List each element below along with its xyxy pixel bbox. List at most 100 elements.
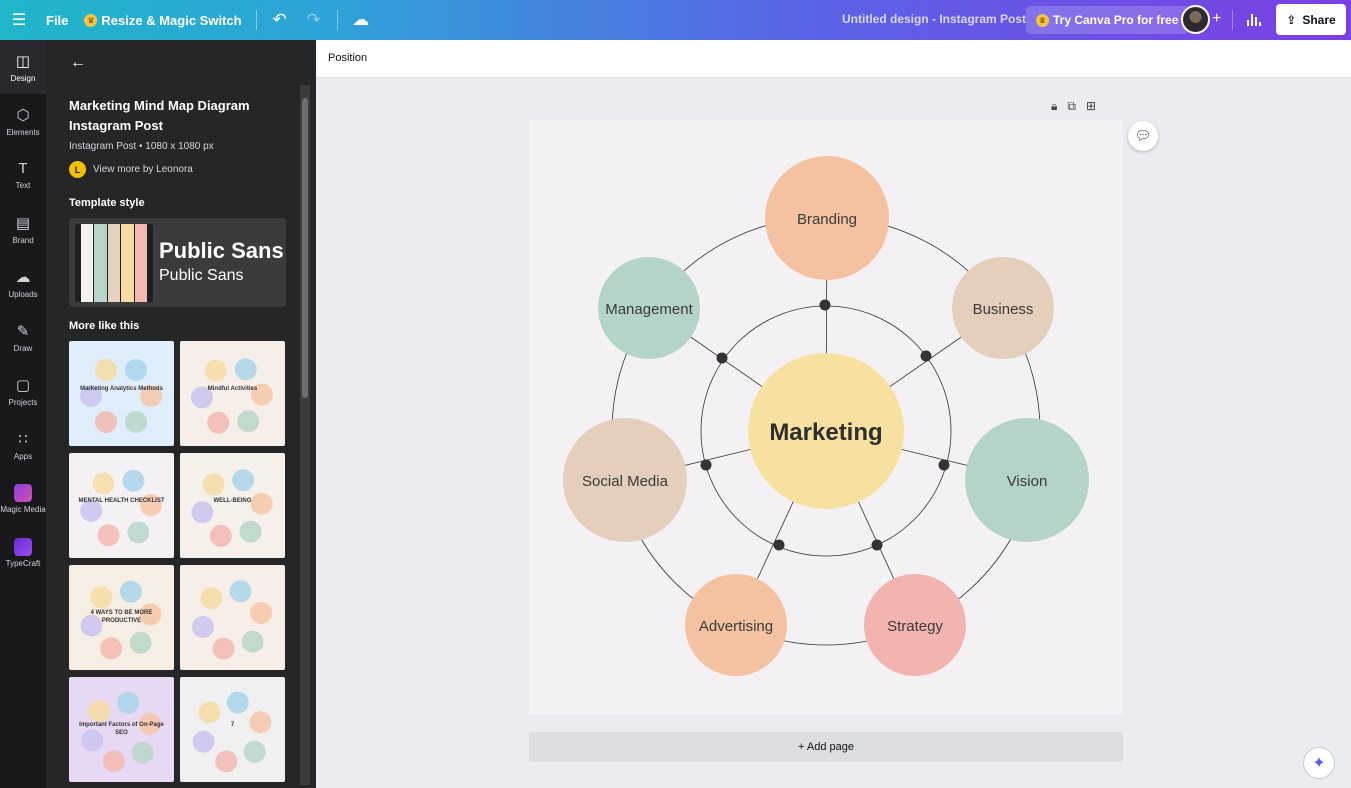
color-swatch <box>94 224 107 302</box>
typecraft-icon <box>14 538 32 556</box>
node-strategy-label: Strategy <box>887 618 943 635</box>
analytics-icon[interactable] <box>1240 6 1268 34</box>
connector-dot <box>920 350 932 362</box>
add-page-button[interactable]: + Add page <box>529 732 1123 762</box>
thumbnail-shape <box>232 469 255 492</box>
brand-icon: ▤ <box>15 214 31 232</box>
add-collaborator-icon[interactable]: + <box>1212 10 1221 28</box>
thumbnail-shape <box>250 601 273 624</box>
redo-icon[interactable]: ↷ <box>297 5 331 35</box>
thumb-mindful-activities[interactable]: Mindful Activities <box>180 341 285 446</box>
back-arrow-icon[interactable]: ← <box>70 54 86 72</box>
node-branding-label: Branding <box>797 211 857 228</box>
share-button[interactable]: ⇪ Share <box>1276 4 1346 35</box>
top-bar: ☰ File ♛ Resize & Magic Switch ↶ ↷ ☁ Unt… <box>0 0 1351 40</box>
lock-icon[interactable]: 🔒︎ <box>1051 99 1057 114</box>
add-comment-icon[interactable]: 💬︎ <box>1128 121 1158 151</box>
thumb-mental-health[interactable]: MENTAL HEALTH CHECKLIST <box>69 453 174 558</box>
rail-item-typecraft[interactable]: TypeCraft <box>0 526 46 580</box>
design-title[interactable]: Untitled design - Instagram Post <box>842 12 1026 26</box>
thumbnail-label: 4 WAYS TO BE MORE PRODUCTIVE <box>90 610 153 624</box>
rail-item-magic-media[interactable]: Magic Media <box>0 472 46 526</box>
thumbnail-label: MENTAL HEALTH CHECKLIST <box>78 498 165 504</box>
thumb-marketing-analytics[interactable]: Marketing Analytics Methods <box>69 341 174 446</box>
connector-dot <box>938 459 950 471</box>
thumbnail-shape <box>204 359 227 382</box>
thumbnail-shape <box>229 580 252 603</box>
share-label: Share <box>1302 12 1336 27</box>
draw-icon: ✎ <box>16 322 30 340</box>
author-link-label: View more by Leonora <box>93 164 193 175</box>
thumbnail-label: Marketing Analytics Methods <box>80 386 163 392</box>
rail-label: Design <box>10 73 36 83</box>
template-style-card[interactable]: Public Sans Public Sans <box>69 218 286 307</box>
thumbnail-art <box>191 580 273 660</box>
connector-dot <box>716 352 728 364</box>
thumbnail-shape <box>202 473 225 496</box>
thumbnail-art <box>191 469 273 547</box>
center-node-label: Marketing <box>769 419 882 446</box>
thumb-seo-factors[interactable]: Important Factors of On-Page SEO <box>69 677 174 782</box>
mind-map-diagram[interactable]: Marketing Branding Business Vision Strategy A… <box>529 120 1123 714</box>
heading-font-preview: Public Sans <box>159 238 284 263</box>
text-icon: T <box>18 160 28 177</box>
thumb-well-being[interactable]: WELL-BEING <box>180 453 285 558</box>
design-page[interactable]: Marketing Branding Business Vision Strategy A… <box>529 120 1123 714</box>
connector-dot <box>871 539 883 551</box>
rail-label: Magic Media <box>0 505 46 514</box>
rail-item-text[interactable]: T Text <box>0 148 46 202</box>
color-swatches <box>75 224 153 302</box>
connector-dot <box>773 539 785 551</box>
thumbnail-shape <box>95 359 117 382</box>
thumbnail-shape <box>237 410 260 433</box>
node-advertising-label: Advertising <box>699 618 773 635</box>
thumbnail-shape <box>192 730 215 753</box>
rail-label: Brand <box>12 235 34 245</box>
hamburger-menu-icon[interactable]: ☰ <box>0 5 38 35</box>
thumb-circle-segments[interactable] <box>180 565 285 670</box>
rail-item-design[interactable]: ◫ Design <box>0 40 46 94</box>
thumbnail-art <box>80 359 162 433</box>
thumbnail-shape <box>100 637 123 660</box>
thumbnail-shape <box>117 691 140 714</box>
thumbnail-shape <box>209 524 232 547</box>
thumbnail-shape <box>239 520 262 543</box>
thumbnail-shape <box>127 521 150 544</box>
rail-item-projects[interactable]: ▢ Projects <box>0 364 46 418</box>
thumb-seven-steps[interactable]: 7 <box>180 677 285 782</box>
author-link[interactable]: L View more by Leonora <box>69 161 193 178</box>
rail-label: Elements <box>6 127 40 137</box>
thumbnail-shape <box>102 750 125 773</box>
rail-item-draw[interactable]: ✎ Draw <box>0 310 46 364</box>
add-page-icon[interactable]: ⊞ <box>1086 99 1096 114</box>
node-business-label: Business <box>973 301 1034 318</box>
thumb-productive[interactable]: 4 WAYS TO BE MORE PRODUCTIVE <box>69 565 174 670</box>
position-button[interactable]: Position <box>328 52 367 64</box>
user-avatar[interactable] <box>1181 5 1210 34</box>
resize-magic-switch-button[interactable]: ♛ Resize & Magic Switch <box>76 5 249 35</box>
node-vision-label: Vision <box>1007 473 1048 490</box>
thumbnail-shape <box>212 637 235 660</box>
design-icon: ◫ <box>15 52 31 70</box>
rail-item-uploads[interactable]: ☁ Uploads <box>0 256 46 310</box>
thumbnail-shape <box>243 740 266 763</box>
rail-item-elements[interactable]: ⬡ Elements <box>0 94 46 148</box>
magic-assistant-icon[interactable]: ✦ <box>1303 747 1335 779</box>
color-swatch <box>121 224 134 302</box>
duplicate-page-icon[interactable]: ⧉ <box>1067 99 1076 114</box>
thumbnail-shape <box>131 741 154 764</box>
cloud-save-icon[interactable]: ☁ <box>344 5 378 35</box>
color-swatch <box>107 224 121 302</box>
rail-item-brand[interactable]: ▤ Brand <box>0 202 46 256</box>
try-pro-label: Try Canva Pro for free <box>1053 13 1179 27</box>
thumbnail-shape <box>207 411 230 434</box>
node-social-media-label: Social Media <box>582 473 669 490</box>
rail-item-apps[interactable]: ∷ Apps <box>0 418 46 472</box>
file-menu-button[interactable]: File <box>38 5 76 35</box>
elements-icon: ⬡ <box>16 106 30 124</box>
rail-label: TypeCraft <box>5 559 41 568</box>
panel-scroll-thumb[interactable] <box>302 98 308 398</box>
try-pro-button[interactable]: ♛ Try Canva Pro for free <box>1026 6 1189 34</box>
thumbnail-label: WELL-BEING <box>213 498 252 504</box>
undo-icon[interactable]: ↶ <box>263 5 297 35</box>
